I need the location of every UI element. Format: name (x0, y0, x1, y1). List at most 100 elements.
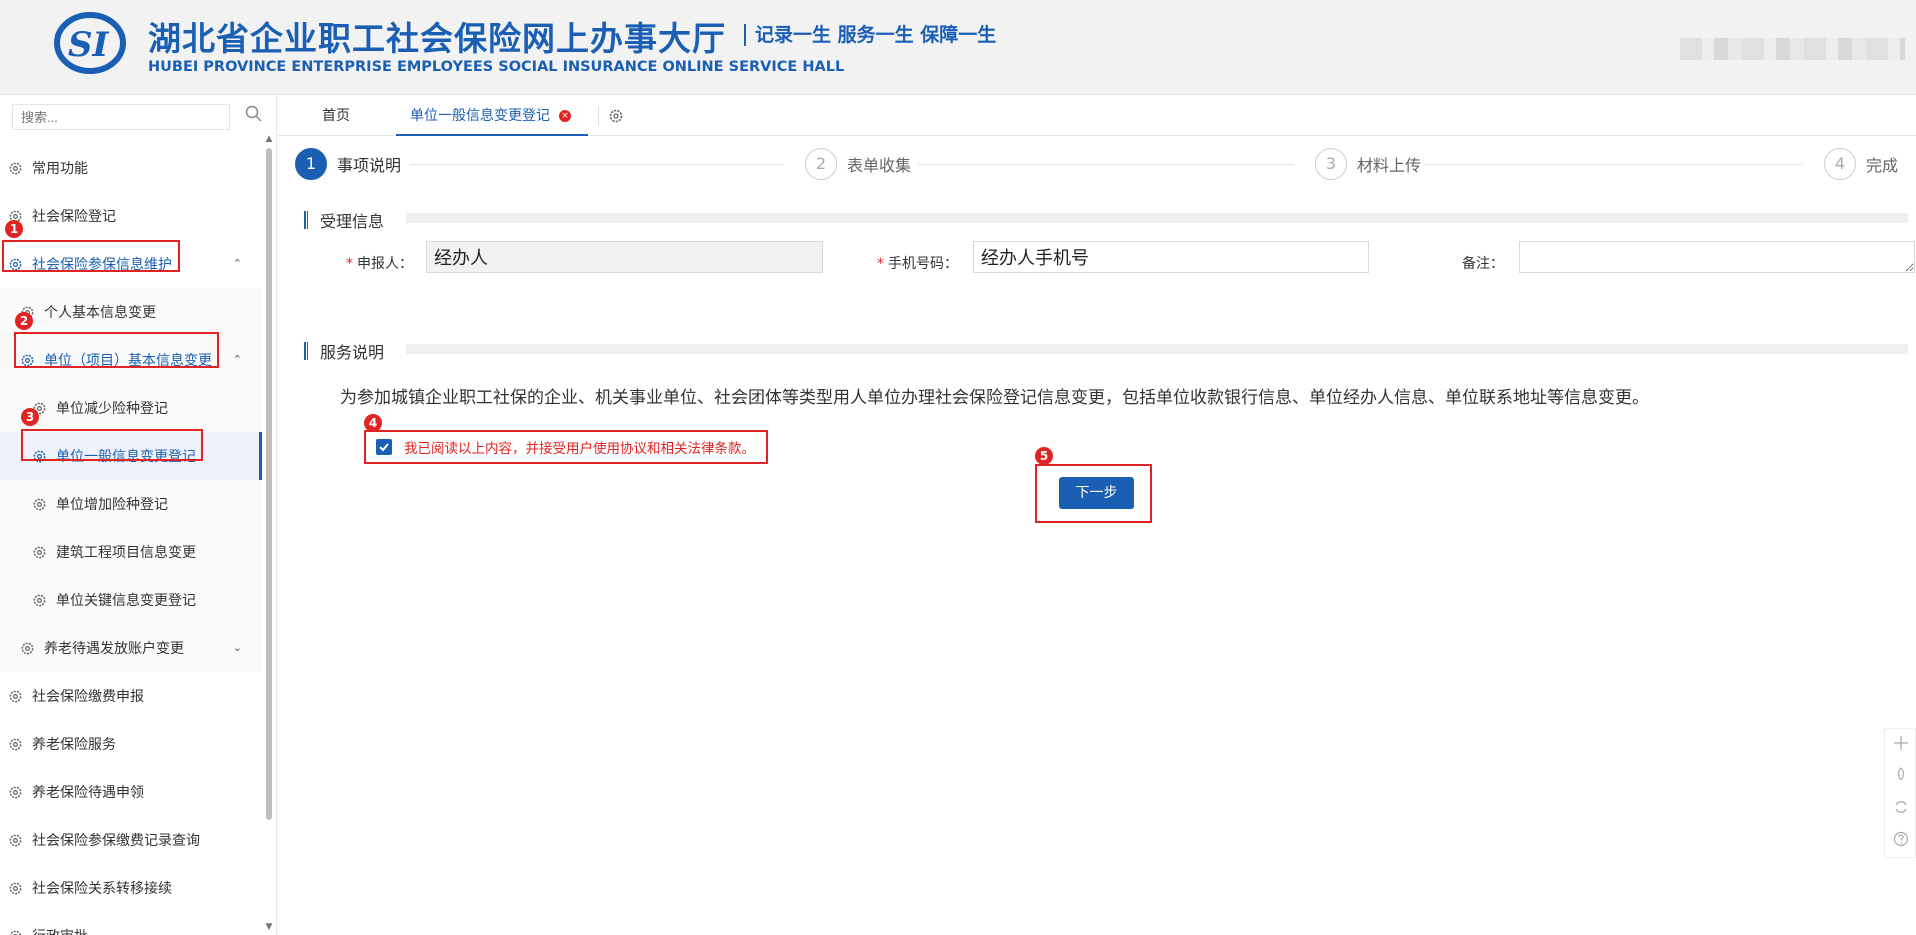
step-connector (410, 164, 784, 165)
agreement-checkbox[interactable] (376, 439, 392, 455)
gear-icon (33, 594, 46, 606)
applicant-label: * 申报人： (346, 253, 413, 273)
site-title: 湖北省企业职工社会保险网上办事大厅 (148, 19, 726, 58)
step-connector (918, 164, 1294, 165)
label-text: 申报人： (357, 256, 413, 272)
section-title-text: 受理信息 (320, 212, 385, 231)
gear-icon (21, 642, 34, 654)
phone-label: * 手机号码： (877, 253, 958, 273)
next-step-button[interactable]: 下一步 (1059, 477, 1134, 509)
gear-icon (9, 834, 22, 846)
gear-icon (9, 690, 22, 702)
sidebar-item-registration[interactable]: 社会保险登记 (0, 192, 262, 240)
sidebar-item-transfer[interactable]: 社会保险关系转移接续 (0, 864, 262, 912)
sidebar-item-label: 养老保险待遇申领 (32, 785, 144, 801)
annotation-badge-1: 1 (5, 220, 23, 238)
step-label: 完成 (1866, 156, 1899, 175)
required-mark: * (877, 256, 884, 272)
move-icon[interactable] (1893, 735, 1909, 751)
sidebar-item-payment-declaration[interactable]: 社会保险缴费申报 (0, 672, 262, 720)
step-label: 事项说明 (337, 156, 402, 175)
remark-label: 备注： (1462, 256, 1504, 272)
sidebar-item-label: 社会保险关系转移接续 (32, 881, 172, 897)
gear-icon (9, 930, 22, 935)
sidebar-item-pension-service[interactable]: 养老保险服务 (0, 720, 262, 768)
sidebar-item-common[interactable]: 常用功能 (0, 144, 262, 192)
sidebar-item-label: 养老保险服务 (32, 737, 116, 753)
step-connector (1423, 164, 1803, 165)
step-3: 3 材料上传 (1315, 148, 1421, 180)
step-number: 1 (295, 148, 327, 180)
sidebar: 常用功能 社会保险登记 社会保险参保信息维护 ⌃ 个人基本信息变更 单位（项目）… (0, 96, 277, 935)
sidebar-item-label: 社会保险参保缴费记录查询 (32, 833, 200, 849)
sidebar-item-payment-records[interactable]: 社会保险参保缴费记录查询 (0, 816, 262, 864)
step-number: 2 (805, 148, 837, 180)
sidebar-item-label: 社会保险缴费申报 (32, 689, 144, 705)
service-description: 为参加城镇企业职工社保的企业、机关事业单位、社会团体等类型用人单位办理社会保险登… (340, 388, 1649, 408)
chevron-up-icon: ⌃ (232, 257, 242, 270)
tab-bar: 首页 单位一般信息变更登记 × (278, 96, 1916, 136)
sidebar-item-label: 社会保险登记 (32, 209, 116, 225)
sidebar-item-key-info-change[interactable]: 单位关键信息变更登记 (0, 576, 262, 624)
sidebar-item-label: 养老待遇发放账户变更 (44, 641, 184, 657)
sidebar-item-label: 个人基本信息变更 (44, 305, 156, 321)
section-marker (304, 211, 308, 229)
search-input[interactable] (12, 104, 230, 130)
gear-icon (9, 882, 22, 894)
section-title-text: 服务说明 (320, 343, 385, 362)
scrollbar-thumb[interactable] (266, 148, 272, 820)
sidebar-item-add-insurance[interactable]: 单位增加险种登记 (0, 480, 262, 528)
step-label: 表单收集 (847, 156, 912, 175)
si-logo-icon: SI (54, 12, 126, 74)
applicant-input[interactable] (426, 241, 823, 273)
search-icon[interactable] (244, 104, 264, 124)
sidebar-item-pension-account[interactable]: 养老待遇发放账户变更 ⌄ (0, 624, 262, 672)
scroll-down-arrow-icon[interactable]: ▼ (264, 922, 274, 932)
sidebar-item-label: 行政审批 (32, 926, 88, 935)
sidebar-item-personal-info[interactable]: 个人基本信息变更 (0, 288, 262, 336)
required-mark: * (346, 256, 353, 272)
phone-input[interactable] (973, 241, 1369, 273)
step-number: 3 (1315, 148, 1347, 180)
section-marker (304, 342, 308, 360)
step-1: 1 事项说明 (295, 148, 401, 180)
site-title-english: HUBEI PROVINCE ENTERPRISE EMPLOYEES SOCI… (148, 59, 845, 75)
gear-icon (9, 738, 22, 750)
sidebar-item-construction-project[interactable]: 建筑工程项目信息变更 (0, 528, 262, 576)
sidebar-item-label: 单位关键信息变更登记 (56, 593, 196, 609)
gear-icon (9, 786, 22, 798)
help-icon[interactable] (1893, 831, 1909, 847)
user-info-blurred[interactable] (1680, 38, 1905, 60)
gear-icon (33, 498, 46, 510)
annotation-badge-2: 2 (15, 312, 33, 330)
app-header: SI 湖北省企业职工社会保险网上办事大厅 记录一生 服务一生 保障一生 HUBE… (0, 0, 1916, 95)
scroll-up-arrow-icon[interactable]: ▲ (264, 134, 274, 144)
sidebar-item-label: 单位减少险种登记 (56, 401, 168, 417)
remark-textarea[interactable] (1519, 241, 1915, 273)
sidebar-scrollbar[interactable]: ▲ ▼ (264, 134, 274, 934)
step-4: 4 完成 (1824, 148, 1898, 180)
tab-label: 单位一般信息变更登记 (410, 108, 550, 124)
step-number: 4 (1824, 148, 1856, 180)
refresh-icon[interactable] (1893, 799, 1909, 815)
section-title-service: 服务说明 (304, 339, 384, 363)
annotation-badge-5: 5 (1035, 447, 1053, 465)
agreement-checkbox-row[interactable]: 我已阅读以上内容，并接受用户使用协议和相关法律条款。 (368, 432, 767, 462)
floating-toolbar (1884, 728, 1916, 858)
sidebar-item-admin-approval[interactable]: 行政审批 (0, 912, 262, 935)
chevron-down-icon: ⌄ (232, 641, 242, 654)
agreement-text: 我已阅读以上内容，并接受用户使用协议和相关法律条款。 (404, 441, 755, 457)
sidebar-item-pension-claim[interactable]: 养老保险待遇申领 (0, 768, 262, 816)
step-label: 材料上传 (1357, 156, 1422, 175)
tab-home[interactable]: 首页 (322, 96, 350, 136)
tab-divider (598, 106, 599, 126)
close-icon[interactable]: × (559, 110, 571, 122)
tab-general-info-change[interactable]: 单位一般信息变更登记 × (396, 96, 588, 136)
gear-icon (33, 546, 46, 558)
check-icon (379, 443, 389, 452)
gear-icon[interactable] (608, 108, 624, 124)
site-slogan: 记录一生 服务一生 保障一生 (744, 24, 996, 46)
rocket-icon[interactable] (1893, 767, 1909, 783)
annotation-box-3 (21, 429, 203, 461)
sidebar-item-reduce-insurance[interactable]: 单位减少险种登记 (0, 384, 262, 432)
